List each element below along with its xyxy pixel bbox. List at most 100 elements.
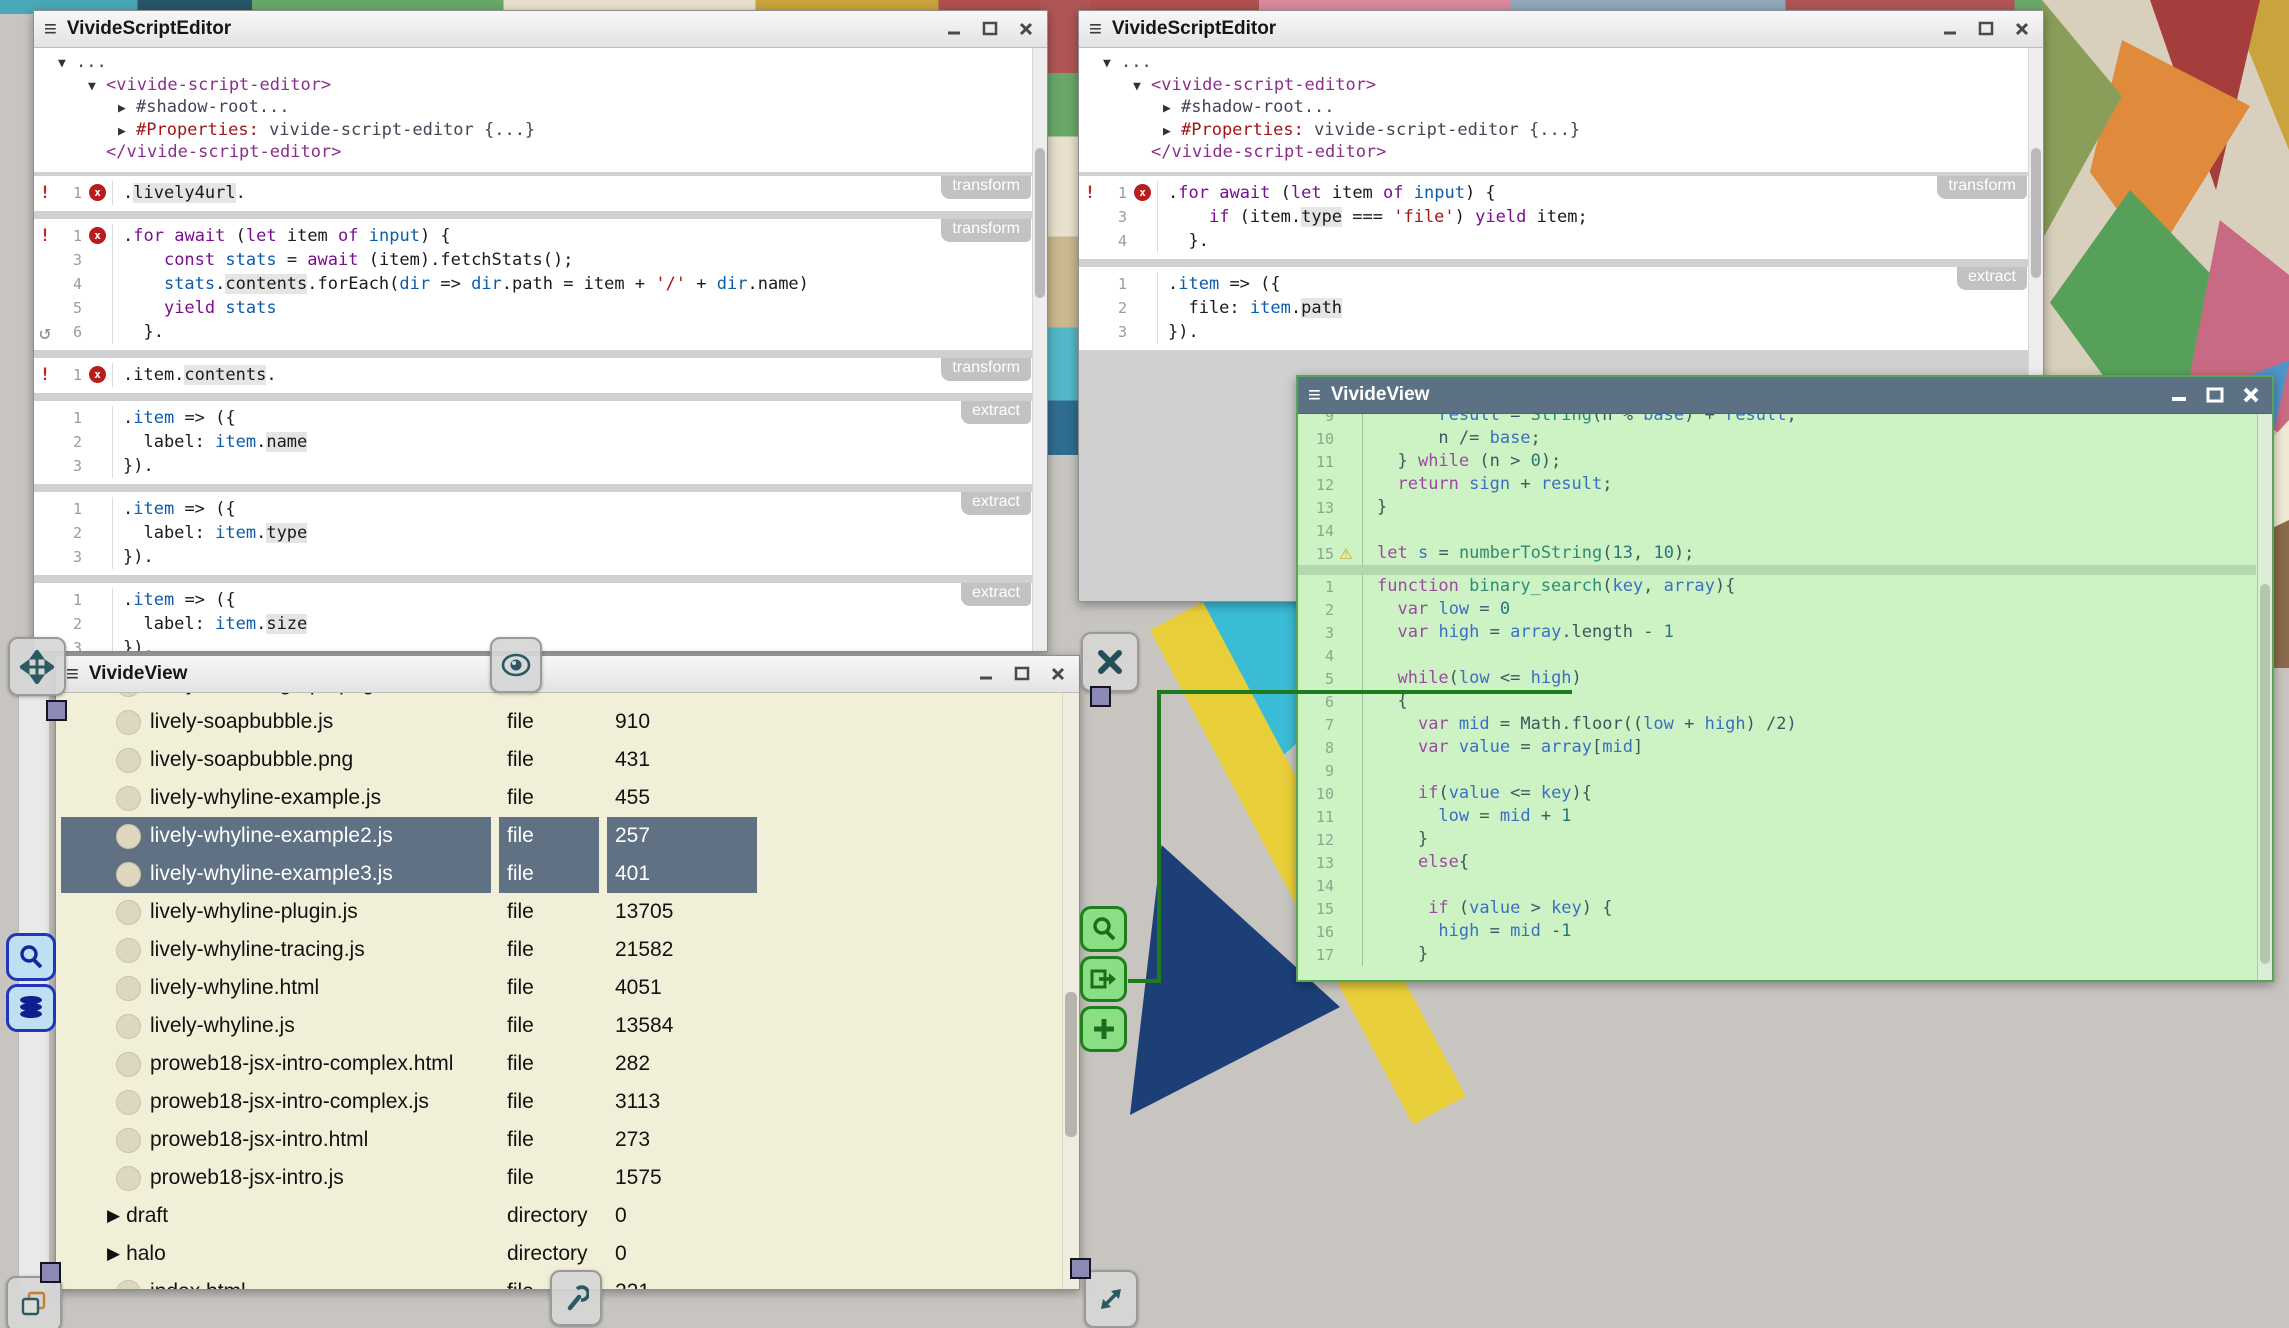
file-name-cell[interactable]: proweb18-jsx-intro.html [61,1128,491,1153]
script-step[interactable]: 123.item => ({ label: item.name}).extrac… [34,401,1033,484]
code-section[interactable]: 9101112131415⚠ result = String(n % base)… [1298,414,2272,565]
add-button[interactable] [1080,1006,1127,1052]
code-line[interactable]: if(value <= key){ [1377,782,2272,805]
scrollbar[interactable] [1062,693,1079,1289]
file-row[interactable]: proweb18-jsx-intro-complex.jsfile3113 [56,1083,1063,1121]
script-step[interactable]: !1x345↺6.for await (let item of input) {… [34,219,1033,350]
code-line[interactable]: label: item.name [123,430,1029,454]
minimize-button[interactable] [2168,386,2190,404]
minimize-button[interactable] [1939,20,1961,38]
code-area[interactable]: .for await (let item of input) { const s… [112,224,1033,344]
tree-open-icon[interactable]: ▼ [88,76,106,98]
resize-handle-top-left[interactable] [46,700,67,721]
code-line[interactable]: result = String(n % base) + result; [1377,414,2272,427]
resize-handle-top-right[interactable] [1090,686,1111,707]
file-name-cell[interactable]: lively-whyline.js [61,1014,491,1039]
script-step[interactable]: !1x34.for await (let item of input) { if… [1079,176,2029,259]
file-name-cell[interactable]: lively-whyline-example.js [61,786,491,811]
file-name-cell[interactable]: index.html [61,1280,491,1290]
code-line[interactable]: }). [1168,320,2025,344]
maximize-button[interactable] [1011,665,1033,683]
tree-closed-icon[interactable]: ▶ [1163,98,1181,120]
code-line[interactable]: let s = numberToString(13, 10); [1377,542,2272,565]
file-name-cell[interactable]: lively-whyline.html [61,976,491,1001]
code-line[interactable]: low = mid + 1 [1377,805,2272,828]
close-button[interactable] [2240,386,2262,404]
file-row[interactable]: lively-whyline.htmlfile4051 [56,969,1063,1007]
code-line[interactable]: label: item.type [123,521,1029,545]
code-line[interactable]: label: item.size [123,612,1029,636]
code-line[interactable]: var mid = Math.floor((low + high) /2) [1377,713,2272,736]
code-line[interactable]: } [1377,828,2272,851]
titlebar[interactable]: ≡ VivideView [1298,377,2272,414]
file-name-cell[interactable]: proweb18-jsx-intro.js [61,1166,491,1191]
code-line[interactable]: const stats = await (item).fetchStats(); [123,248,1029,272]
code-line[interactable]: }). [123,636,1029,652]
eye-halo-button[interactable] [490,637,542,693]
file-row[interactable]: lively-whyline-plugin.jsfile13705 [56,893,1063,931]
file-row[interactable]: ▶halodirectory0 [56,1235,1063,1273]
code-line[interactable]: else{ [1377,851,2272,874]
close-halo-button[interactable] [1081,632,1139,692]
code-line[interactable]: var high = array.length - 1 [1377,621,2272,644]
file-row[interactable]: lively-soapbubble.pngfile431 [56,741,1063,779]
file-name-cell[interactable]: proweb18-jsx-intro-complex.html [61,1052,491,1077]
code-line[interactable]: var low = 0 [1377,598,2272,621]
wrench-halo-button[interactable] [550,1270,602,1326]
file-name-cell[interactable]: lively-whyline-plugin.js [61,900,491,925]
expand-arrow-icon[interactable]: ▶ [107,1244,120,1264]
tree-open-icon[interactable]: ▼ [1103,53,1121,75]
script-step[interactable]: 123.item => ({ file: item.path}).extract [1079,267,2029,350]
export-button[interactable] [1080,956,1127,1002]
file-name-cell[interactable]: lively-module-graph.png [61,693,491,697]
maximize-button[interactable] [979,20,1001,38]
maximize-button[interactable] [2204,386,2226,404]
minimize-button[interactable] [943,20,965,38]
code-line[interactable]: var value = array[mid] [1377,736,2272,759]
code-area[interactable]: .item.contents. [112,363,1033,387]
resize-halo-button[interactable] [1084,1270,1138,1328]
titlebar[interactable]: ≡ VivideScriptEditor [1079,11,2043,48]
code-line[interactable]: }). [123,454,1029,478]
code-line[interactable]: if (value > key) { [1377,897,2272,920]
copy-halo-button[interactable] [6,1276,62,1328]
code-area[interactable]: .item => ({ label: item.size}). [112,588,1033,652]
code-line[interactable]: .lively4url. [123,181,1029,205]
code-line[interactable]: } while (n > 0); [1377,450,2272,473]
code-line[interactable]: file: item.path [1168,296,2025,320]
tree-closed-icon[interactable]: ▶ [1163,121,1181,143]
tree-node[interactable]: </vivide-script-editor> [34,142,1033,164]
code-line[interactable]: .for await (let item of input) { [1168,181,2025,205]
tree-node[interactable]: ▶#Properties: vivide-script-editor {...} [1079,120,2029,143]
code-line[interactable] [1377,644,2272,667]
file-name-cell[interactable]: lively-soapbubble.png [61,748,491,773]
dom-tree[interactable]: ▼...▼<vivide-script-editor>▶#shadow-root… [34,48,1033,172]
file-row[interactable]: ▶draftdirectory0 [56,1197,1063,1235]
code-line[interactable]: } [1377,943,2272,966]
tree-node[interactable]: ▼<vivide-script-editor> [34,75,1033,98]
menu-icon[interactable]: ≡ [1308,384,1321,406]
green-search-button[interactable] [1080,906,1127,952]
file-name-cell[interactable]: lively-whyline-tracing.js [61,938,491,963]
file-row[interactable]: lively-soapbubble.jsfile910 [56,703,1063,741]
code-area[interactable]: .item => ({ file: item.path}). [1157,272,2029,344]
tree-node[interactable]: ▼... [34,52,1033,75]
code-line[interactable]: return sign + result; [1377,473,2272,496]
code-line[interactable]: .item => ({ [1168,272,2025,296]
code-line[interactable]: }). [123,545,1029,569]
tree-node[interactable]: ▶#shadow-root... [1079,97,2029,120]
tree-node[interactable]: ▼<vivide-script-editor> [1079,75,2029,98]
script-step[interactable]: 123.item => ({ label: item.type}).extrac… [34,492,1033,575]
file-name-cell[interactable]: ▶halo [61,1242,491,1266]
search-button[interactable] [6,933,56,981]
dom-tree[interactable]: ▼...▼<vivide-script-editor>▶#shadow-root… [1079,48,2029,172]
tree-open-icon[interactable]: ▼ [1133,76,1151,98]
code-line[interactable]: }. [123,320,1029,344]
undo-icon[interactable]: ↺ [34,320,56,344]
close-button[interactable] [2011,20,2033,38]
maximize-button[interactable] [1975,20,1997,38]
file-name-cell[interactable]: lively-whyline-example2.js [61,817,491,855]
file-row[interactable]: proweb18-jsx-intro.htmlfile273 [56,1121,1063,1159]
code-line[interactable]: .for await (let item of input) { [123,224,1029,248]
code-area[interactable]: .item => ({ label: item.name}). [112,406,1033,478]
